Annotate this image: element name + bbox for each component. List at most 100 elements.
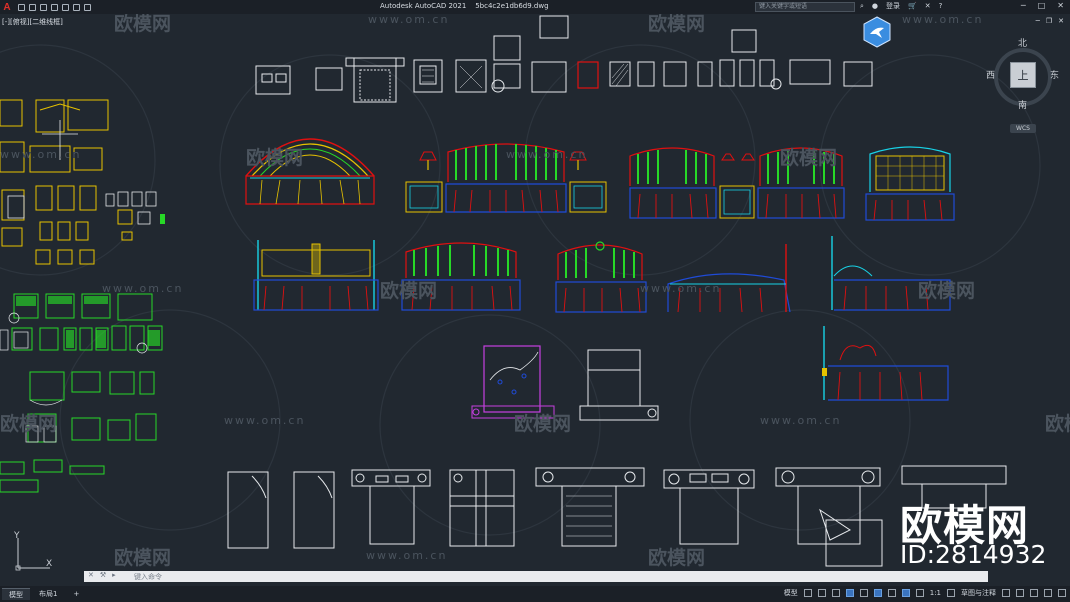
document-window-controls: ─ ❐ ✕ [1036,17,1064,25]
watermark-brand: 欧模网 [0,412,57,435]
status-bar: 模型 布局1 + 模型 1:1 草图与注释 [0,586,1070,602]
watermark-brand: 欧模网 [1045,412,1070,435]
plus-icon[interactable] [1002,589,1010,597]
wcs-menu[interactable]: WCS [1010,124,1036,133]
command-input[interactable]: 键入命令 [134,572,162,582]
watermark-brand: 欧模网 [114,546,171,569]
annotation-visibility-icon[interactable] [915,589,924,597]
window-controls: ─ □ ✕ [1021,1,1064,10]
osnap-icon[interactable] [873,589,882,597]
redo-icon[interactable] [84,3,91,11]
left-green-plans [0,293,163,493]
command-line[interactable] [84,571,988,582]
status-tools: 模型 1:1 草图与注释 [784,588,1066,598]
watermark-url: www.om.cn [224,414,305,427]
site-logo-icon [863,16,891,48]
drawing-canvas[interactable]: 欧模网 欧模网 欧模网 欧模网 欧模网 欧模网 欧模网 欧模网 欧模网 欧模网 … [0,14,1070,570]
title-bar: A Autodesk AutoCAD 2021 5bc4c2e1db6d9.dw… [0,0,1070,14]
undo-icon[interactable] [73,3,80,11]
file-name: 5bc4c2e1db6d9.dwg [475,2,549,10]
window-title: Autodesk AutoCAD 2021 5bc4c2e1db6d9.dwg [380,2,549,10]
otrack-icon[interactable] [887,589,896,597]
print-icon[interactable] [62,3,69,11]
quick-access-toolbar [18,3,91,11]
grid-icon[interactable] [803,589,812,597]
doc-restore-icon[interactable]: ❐ [1046,17,1052,25]
watermark-brand: 欧模网 [114,14,171,35]
ortho-icon[interactable] [845,589,854,597]
white-bed-plan-1 [579,349,659,421]
search-input[interactable]: 键入关键字或短语 [755,2,855,12]
post-bed-elevation [253,240,379,311]
open-icon[interactable] [29,3,36,11]
side-bed-elevation-3 [822,326,949,401]
polar-icon[interactable] [859,589,868,597]
add-layout-button[interactable]: + [66,588,86,600]
left-green-block [160,214,165,224]
watermark-layer: 欧模网 欧模网 欧模网 欧模网 欧模网 欧模网 欧模网 欧模网 欧模网 欧模网 … [0,14,1070,569]
top-hatching [422,63,629,89]
workspace-label[interactable]: 草图与注释 [961,588,996,598]
model-space-label[interactable]: 模型 [784,588,798,598]
lineweight-icon[interactable] [901,589,910,597]
svg-text:X: X [46,559,52,569]
watermark-brand: 欧模网 [648,14,705,35]
new-icon[interactable] [18,3,25,11]
doc-minimize-icon[interactable]: ─ [1036,17,1040,25]
annotation-scale[interactable]: 1:1 [930,589,941,597]
recent-cmd-icon[interactable]: ▸ [112,571,116,579]
magenta-bed-plan [471,345,555,419]
app-logo-icon[interactable]: A [0,0,14,14]
top-red-symbol [577,61,599,89]
exchange-icon[interactable]: ✕ [925,2,931,10]
compass-south[interactable]: 南 [1018,98,1027,111]
top-plan-symbols [255,15,873,103]
close-icon[interactable]: ✕ [1057,1,1064,10]
quilted-bed-elevation [865,146,955,221]
headboard-bed-elevation-4 [555,241,647,313]
save-icon[interactable] [40,3,47,11]
watermark-url: www.om.cn [368,14,449,26]
compass-north[interactable]: 北 [1018,36,1027,49]
close-cmd-icon[interactable]: ✕ [88,571,94,579]
snap-icon[interactable] [817,589,826,597]
infer-icon[interactable] [831,589,840,597]
saveas-icon[interactable] [51,3,58,11]
doc-close-icon[interactable]: ✕ [1058,17,1064,25]
search-icon[interactable]: ⌕ [860,2,864,11]
watermark-url: www.om.cn [760,414,841,427]
watermark-url: www.om.cn [640,282,721,295]
bottom-bed-plans [227,465,1007,567]
watermark-brand: 欧模网 [648,546,705,569]
watermark-url: www.om.cn [102,282,183,295]
watermark-id: ID:2814932 [900,540,1047,569]
login-link[interactable]: 登录 [886,1,900,11]
view-cube-top-face[interactable]: 上 [1010,62,1036,88]
hardware-accel-icon[interactable] [1030,589,1038,597]
watermark-url: www.om.cn [506,148,587,161]
viewport-controls[interactable]: [-][俯视][二维线框] [2,17,63,27]
minimize-icon[interactable]: ─ [1021,1,1026,10]
autocad-window: A Autodesk AutoCAD 2021 5bc4c2e1db6d9.dw… [0,0,1070,602]
watermark-url: www.om.cn [366,549,447,562]
customize-cmd-icon[interactable]: ⚒ [100,571,106,579]
gear-icon[interactable] [947,589,955,597]
maximize-icon[interactable]: □ [1038,1,1046,10]
isolate-icon[interactable] [1016,589,1024,597]
watermark-url: www.om.cn [0,148,81,161]
clean-screen-icon[interactable] [1044,589,1052,597]
tab-model[interactable]: 模型 [2,588,30,600]
view-cube[interactable]: 上 北 南 东 西 WCS [986,36,1059,138]
side-bed-elevation-1 [667,244,791,313]
watermark-brand: 欧模网 [246,146,303,169]
help-icon[interactable]: ? [939,2,943,10]
compass-east[interactable]: 东 [1050,68,1059,81]
user-icon[interactable]: ● [872,2,878,10]
watermark-url: www.om.cn [902,14,983,26]
compass-west[interactable]: 西 [986,68,995,81]
customize-menu-icon[interactable] [1058,589,1066,597]
watermark-brand: 欧模网 [780,146,837,169]
search-placeholder: 键入关键字或短语 [759,3,808,10]
cart-icon[interactable]: 🛒 [908,2,917,10]
tab-layout1[interactable]: 布局1 [32,588,64,600]
